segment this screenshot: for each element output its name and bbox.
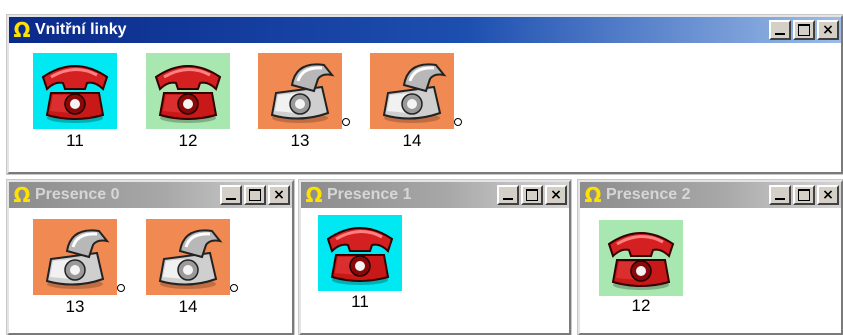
window-presence-1: Ω Presence 1 × 11 [298,179,572,335]
phone-number-label: 11 [66,131,84,150]
busy-indicator-icon [230,284,238,292]
phone-number-label: 14 [402,131,422,150]
phone-extension-14[interactable] [370,53,454,129]
busy-indicator-icon [454,118,462,126]
grey-phone-off-hook-icon [37,223,113,291]
phone-extension-14[interactable] [146,219,230,295]
close-button[interactable]: × [545,185,567,205]
maximize-button[interactable] [244,185,266,205]
window-title: Vnitřní linky [35,21,127,38]
omega-icon: Ω [13,18,31,42]
phone-extension-13[interactable] [33,219,117,295]
omega-icon: Ω [13,183,31,207]
phone-number-label: 12 [178,131,198,150]
window-title-bar[interactable]: Ω Presence 2 × [580,182,841,208]
phone-number-label: 13 [290,131,310,150]
window-title: Presence 2 [606,186,691,203]
close-button[interactable]: × [817,185,839,205]
window-title: Presence 0 [35,186,120,203]
phone-extension-12[interactable] [146,53,230,129]
red-phone-icon [37,57,113,125]
minimize-button[interactable] [220,185,242,205]
close-button[interactable]: × [268,185,290,205]
minimize-button[interactable] [769,20,791,40]
omega-icon: Ω [305,183,323,207]
window-presence-0: Ω Presence 0 × 13 14 [6,179,295,335]
phone-number-label: 13 [65,297,85,316]
busy-indicator-icon [117,284,125,292]
red-phone-icon [603,224,679,292]
window-title: Presence 1 [327,186,412,203]
phone-extension-11[interactable] [318,215,402,291]
phone-extension-12[interactable] [599,220,683,296]
grey-phone-off-hook-icon [150,223,226,291]
busy-indicator-icon [342,118,350,126]
close-button[interactable]: × [817,20,839,40]
window-presence-2: Ω Presence 2 × 12 [577,179,843,335]
window-title-bar[interactable]: Ω Presence 1 × [301,182,569,208]
phone-extension-11[interactable] [33,53,117,129]
omega-icon: Ω [584,183,602,207]
window-vnitrni-linky: Ω Vnitřní linky × 11 12 13 14 [6,14,843,175]
phone-number-label: 14 [178,297,198,316]
phone-number-label: 11 [351,292,369,311]
phone-extension-13[interactable] [258,53,342,129]
minimize-button[interactable] [769,185,791,205]
maximize-button[interactable] [521,185,543,205]
window-title-bar[interactable]: Ω Vnitřní linky × [9,17,841,43]
red-phone-icon [150,57,226,125]
grey-phone-off-hook-icon [374,57,450,125]
red-phone-icon [322,219,398,287]
minimize-button[interactable] [497,185,519,205]
maximize-button[interactable] [793,185,815,205]
grey-phone-off-hook-icon [262,57,338,125]
window-title-bar[interactable]: Ω Presence 0 × [9,182,292,208]
phone-number-label: 12 [631,296,651,315]
maximize-button[interactable] [793,20,815,40]
